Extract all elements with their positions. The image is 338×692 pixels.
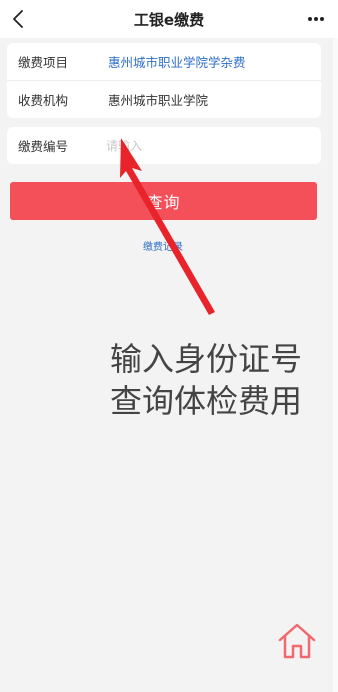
payment-item-label: 缴费项目 [18,55,69,70]
more-dots-icon[interactable] [306,11,326,27]
payment-number-label: 缴费编号 [18,139,69,154]
chevron-left-icon[interactable] [8,8,30,30]
payment-number-row: 缴费编号 [7,127,321,164]
top-nav-bar: 工银e缴费 [0,0,338,38]
home-icon[interactable] [277,621,317,661]
query-button[interactable]: 查询 [10,182,317,220]
payment-records-link[interactable]: 缴费记录 [0,238,326,253]
annotation-line-1: 输入身份证号 [110,340,303,378]
scrollbar[interactable] [333,38,338,692]
payment-number-card: 缴费编号 [7,127,321,164]
charging-org-row: 收费机构 惠州城市职业学院 [7,81,321,118]
payment-number-input[interactable] [104,135,308,157]
charging-org-value: 惠州城市职业学院 [108,93,209,108]
payment-item-row: 缴费项目 惠州城市职业学院学杂费 [7,43,321,80]
page-title: 工银e缴费 [133,10,205,29]
annotation-line-2: 查询体检费用 [110,382,303,420]
payment-info-card: 缴费项目 惠州城市职业学院学杂费 收费机构 惠州城市职业学院 [7,43,321,118]
charging-org-label: 收费机构 [18,93,69,108]
payment-item-value[interactable]: 惠州城市职业学院学杂费 [108,52,246,71]
